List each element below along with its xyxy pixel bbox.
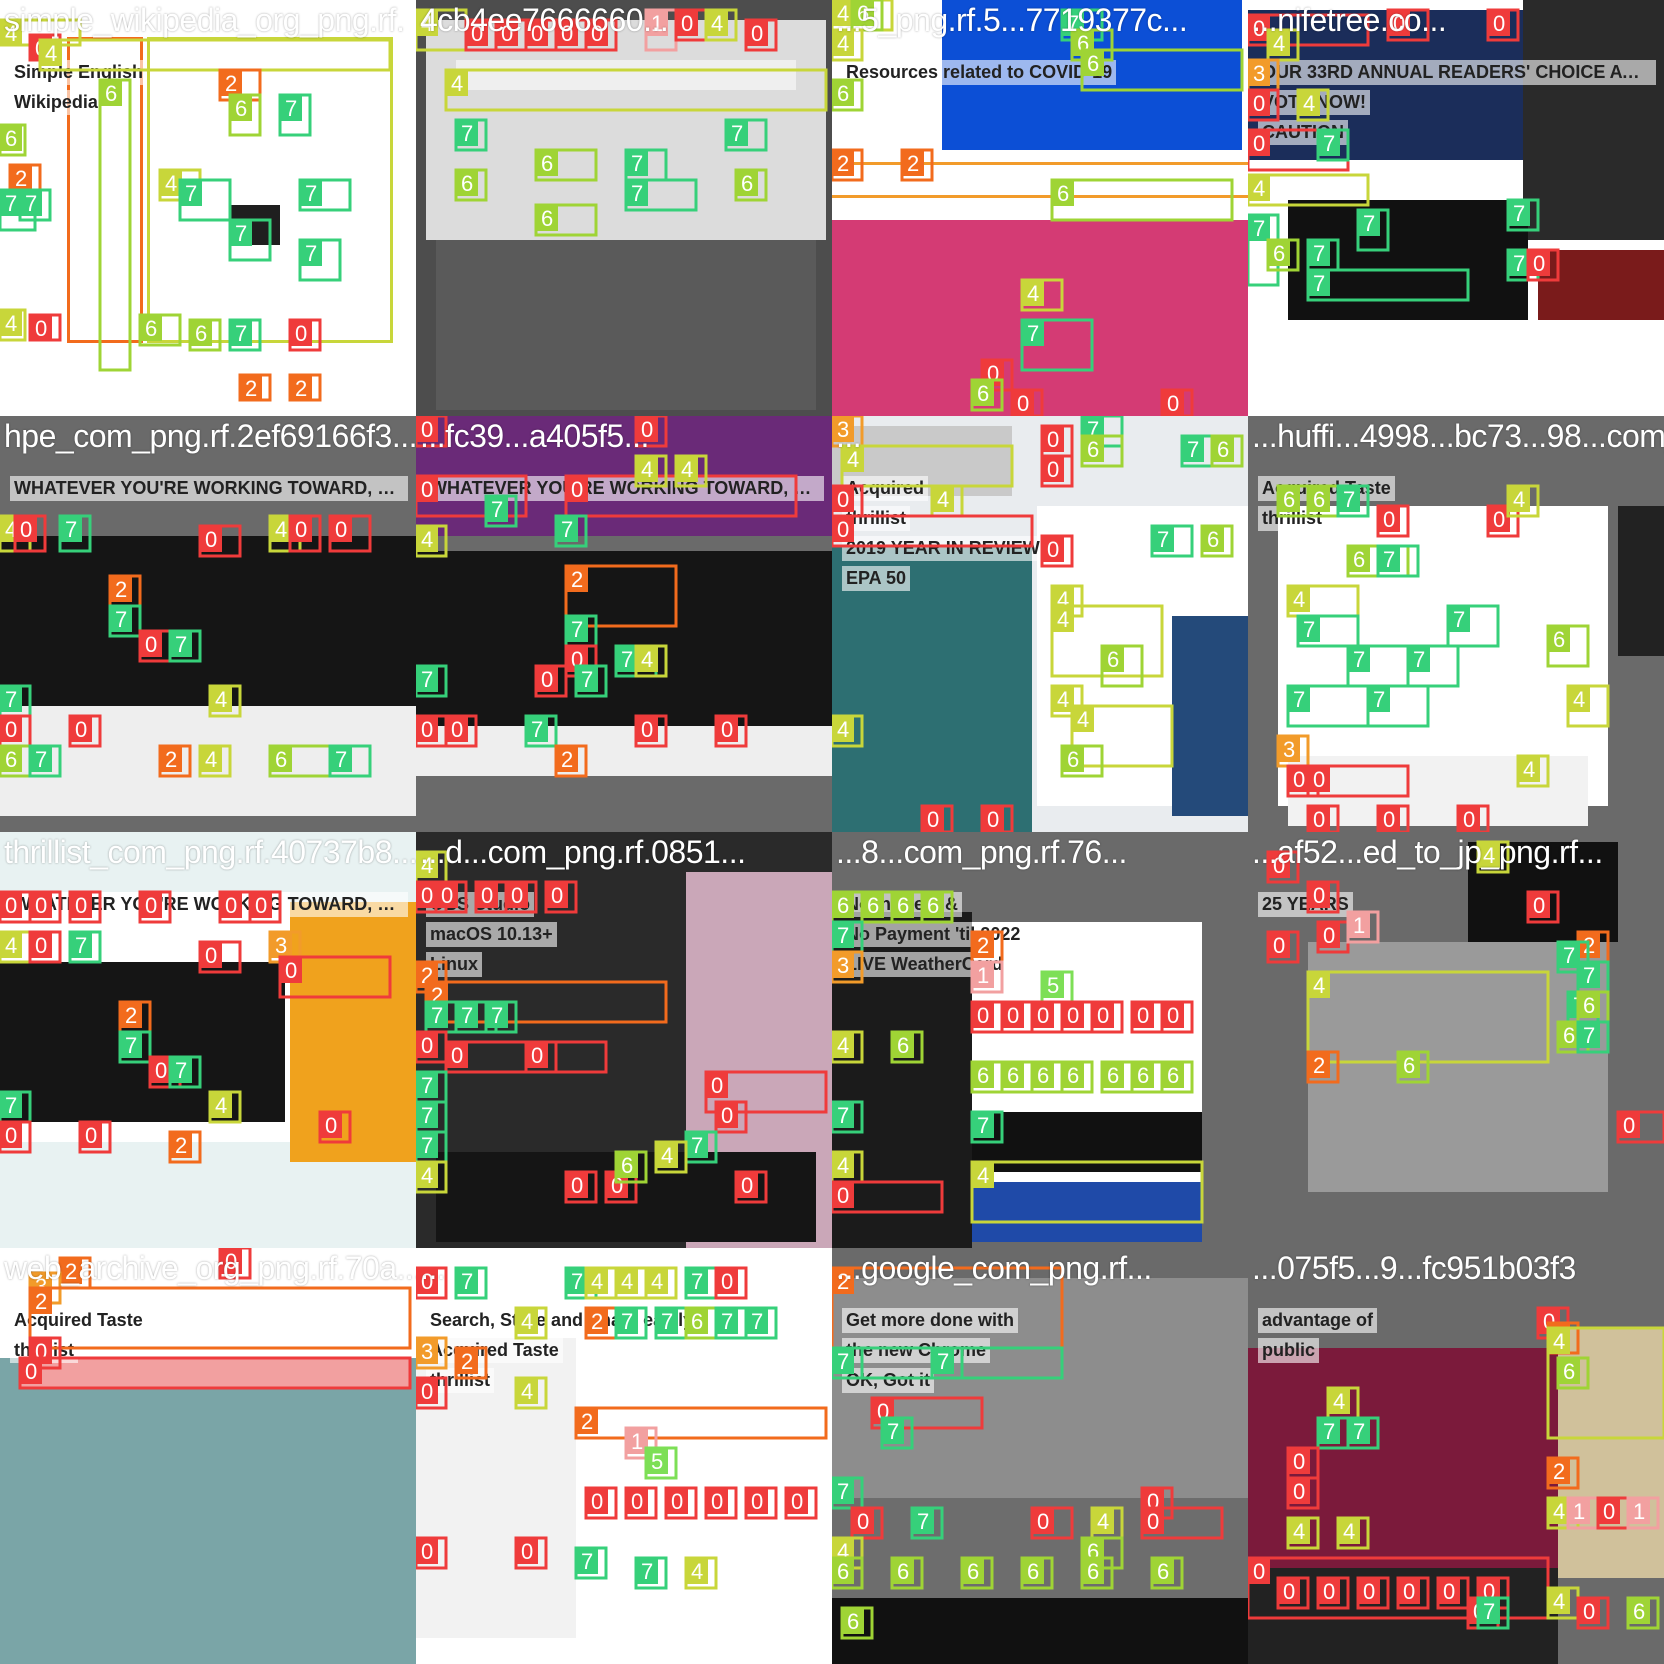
tile-visible-text: No Interest & bbox=[842, 892, 963, 917]
tile-visible-text: Get more done with bbox=[842, 1308, 1019, 1333]
tile-visible-text: OK, Got it bbox=[842, 1368, 934, 1393]
mosaic-tile: Get more done with the new Chrome OK, Got … bbox=[832, 1248, 1248, 1664]
tile-visible-text: Search, Store and Share easily bbox=[426, 1308, 698, 1333]
tile-visible-text: Acquired Taste bbox=[426, 1338, 563, 1363]
mosaic-tile: WHATEVER YOU'RE WORKING TOWARD, WE'RE WO… bbox=[416, 416, 832, 832]
tile-visible-text: the new Chrome bbox=[842, 1338, 991, 1363]
mosaic-tile: Acquired Taste thrillist 6 6 7 0 0 4 6 7 4 7 7 7 7 7 7 6 4… bbox=[1248, 416, 1664, 832]
tile-visible-text: VOTE NOW! bbox=[1258, 90, 1370, 115]
tile-visible-text: Simple English bbox=[10, 60, 148, 85]
tile-caption: simple_wikipedia_org_png.rf. bbox=[4, 2, 405, 38]
mosaic-tile: WHATEVER YOU'RE WORKING TOWARD, WE'RE WO… bbox=[0, 832, 416, 1248]
tile-caption: hpe_com_png.rf.2ef69166f3... bbox=[4, 418, 416, 454]
tile-visible-text: Resources related to COVID-19 bbox=[842, 60, 1117, 85]
tile-visible-text: EPA 50 bbox=[842, 566, 911, 591]
tile-caption: ...fc39...a405f5... bbox=[420, 418, 649, 454]
tile-visible-text: thrillist bbox=[1258, 506, 1327, 531]
tile-visible-text: LIVE WeatherCard bbox=[842, 952, 1007, 977]
tile-visible-text: 25 YEARS bbox=[1258, 892, 1353, 917]
mosaic-tile: Acquired Taste thrillist 0 2 3 2 0 0 web_archive… bbox=[0, 1248, 416, 1664]
tile-visible-text: public bbox=[1258, 1338, 1319, 1363]
tile-background bbox=[416, 0, 832, 416]
tile-caption: ...8...com_png.rf.76... bbox=[836, 834, 1127, 870]
tile-visible-text: thrillist bbox=[10, 1338, 79, 1363]
mosaic-tile: WHATEVER YOU'RE WORKING TOWARD, WE'RE WO… bbox=[0, 416, 416, 832]
tile-visible-text: macOS 10.13+ bbox=[426, 922, 557, 947]
tile-caption: 4cb4ee7666660... bbox=[420, 2, 669, 38]
tile-caption: ...nifetree.co... bbox=[1252, 2, 1447, 38]
tile-visible-text: WHATEVER YOU'RE WORKING TOWARD, WE'RE WO… bbox=[10, 476, 408, 501]
mosaic-tile: No Interest & No Payment 'til 2022 LIVE We… bbox=[832, 832, 1248, 1248]
tile-visible-text: No Payment 'til 2022 bbox=[842, 922, 1025, 947]
tile-visible-text: Wikipedia bbox=[10, 90, 102, 115]
tile-caption: ...d...com_png.rf.0851... bbox=[420, 834, 746, 870]
mosaic-tile: OBS Studio macOS 10.13+ Linux 4 0 0 0 0 0 2 2 7 7 7 0 0… bbox=[416, 832, 832, 1248]
tile-visible-text: thrillist bbox=[426, 1368, 495, 1393]
mosaic-tile: Resources related to COVID-19 4 6 4 6 2 2 7 6 6 6 4… bbox=[832, 0, 1248, 416]
tile-caption: web_archive_org_png.rf.70a... bbox=[4, 1250, 416, 1286]
mosaic-tile: advantage of public 0 2 6 4 4 7 7 0 0 2 4 1 0 1 4 4 0 0 0 0 0 0… bbox=[1248, 1248, 1664, 1664]
tile-visible-text: thrillist bbox=[842, 506, 911, 531]
tile-visible-text: OUR 33RD ANNUAL READERS' CHOICE AWARDS S… bbox=[1258, 60, 1656, 85]
tile-visible-text: Acquired Taste bbox=[10, 1308, 147, 1333]
mosaic-tile: Simple English Wikipedia 4 0 4 2 6 7 6 2 7 7 6 4 7 7 7 7 4… bbox=[0, 0, 416, 416]
tile-caption: ...google_com_png.rf... bbox=[836, 1250, 1152, 1286]
dataset-mosaic: Simple English Wikipedia 4 0 4 2 6 7 6 2 7 7 6 4 7 7 7 7 4… bbox=[0, 0, 1664, 1664]
tile-caption: ...5_png.rf.5...7719377c... bbox=[836, 2, 1188, 38]
tile-caption: ... bbox=[420, 1250, 446, 1286]
mosaic-tile: 4 0 0 0 0 0 1 0 4 0 4 7 6 6 7 7 7 6 6 4cb4ee7666660... bbox=[416, 0, 832, 416]
tile-caption: ...af52...ed_to_jp_png.rf... bbox=[1252, 834, 1603, 870]
tile-visible-text: Acquired bbox=[842, 476, 929, 501]
tile-visible-text: OBS Studio bbox=[426, 892, 534, 917]
tile-visible-text: Linux bbox=[426, 952, 482, 977]
tile-visible-text: 2019 YEAR IN REVIEW bbox=[842, 536, 1044, 561]
tile-visible-text: WHATEVER YOU'RE WORKING TOWARD, WE'RE WO… bbox=[10, 892, 408, 917]
mosaic-tile: OUR 33RD ANNUAL READERS' CHOICE AWARDS S… bbox=[1248, 0, 1664, 416]
tile-visible-text: CAUTION bbox=[1258, 120, 1348, 145]
tile-visible-text: Acquired Taste bbox=[1258, 476, 1395, 501]
tile-visible-text: WHATEVER YOU'RE WORKING TOWARD, WE'RE WO… bbox=[426, 476, 824, 501]
mosaic-tile: 25 YEARS 0 0 0 0 1 4 0 2 7 7 7 6 6 7 4 2 6 0 ...af52...ed_t… bbox=[1248, 832, 1664, 1248]
tile-visible-text: advantage of bbox=[1258, 1308, 1378, 1333]
tile-caption: ...huffi...4998...bc73...98...com_png.rf… bbox=[1252, 418, 1664, 454]
tile-caption: thrillist_com_png.rf.40737b8... bbox=[4, 834, 416, 870]
tile-caption: ...075f5...9...fc951b03f3 bbox=[1252, 1250, 1576, 1286]
mosaic-tile: Search, Store and Share easily Acquired T… bbox=[416, 1248, 832, 1664]
mosaic-tile: Acquired thrillist 2019 YEAR IN REVIEW EPA … bbox=[832, 416, 1248, 832]
tile-caption: ... bbox=[836, 418, 862, 454]
